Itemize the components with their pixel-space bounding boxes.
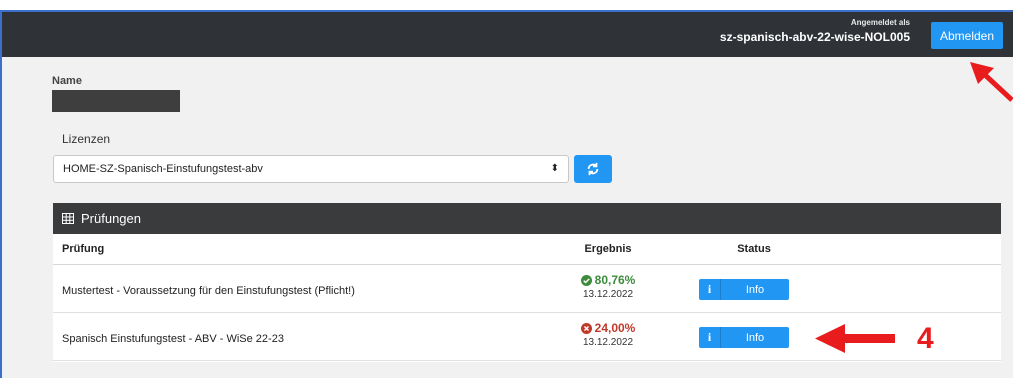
info-button-label: Info xyxy=(745,283,765,296)
exams-table-header: Prüfung Ergebnis Status xyxy=(53,234,1001,265)
refresh-icon xyxy=(587,162,599,176)
result-percent: 24,00% xyxy=(594,321,636,335)
info-icon: i xyxy=(699,279,721,300)
x-circle-icon xyxy=(580,322,592,334)
info-icon: i xyxy=(699,327,721,348)
result-percent: 80,76% xyxy=(594,273,636,287)
license-select[interactable]: HOME-SZ-Spanisch-Einstufungstest-abv ⬍ xyxy=(53,155,569,183)
exams-panel-header: Prüfungen xyxy=(53,203,1001,234)
exam-name: Mustertest - Voraussetzung für den Einst… xyxy=(62,285,355,297)
login-caption: Angemeldet als xyxy=(850,18,910,27)
result-date: 13.12.2022 xyxy=(582,289,634,300)
exam-result: 24,00% 13.12.2022 xyxy=(563,313,653,348)
licenses-label: Lizenzen xyxy=(62,132,111,146)
exam-result: 80,76% 13.12.2022 xyxy=(563,265,653,300)
exams-panel-title: Prüfungen xyxy=(81,211,141,226)
column-result: Ergebnis xyxy=(584,243,632,255)
login-username: sz-spanisch-abv-22-wise-NOL005 xyxy=(719,30,910,44)
result-date: 13.12.2022 xyxy=(582,337,634,348)
annotation-arrow-row xyxy=(815,324,895,353)
check-circle-icon xyxy=(580,274,592,286)
name-label: Name xyxy=(52,75,82,87)
column-status: Status xyxy=(737,243,771,255)
refresh-button[interactable] xyxy=(574,155,612,183)
annotation-arrow-topright xyxy=(970,62,1013,102)
info-button-label: Info xyxy=(745,331,765,344)
column-exam: Prüfung xyxy=(62,243,105,255)
logout-button[interactable]: Abmelden xyxy=(931,22,1003,49)
top-navbar: Angemeldet als sz-spanisch-abv-22-wise-N… xyxy=(2,12,1013,57)
info-button[interactable]: i Info xyxy=(699,279,789,300)
select-arrows-icon: ⬍ xyxy=(550,163,559,174)
table-row: Mustertest - Voraussetzung für den Einst… xyxy=(53,265,1001,313)
table-icon xyxy=(62,213,74,224)
license-select-value: HOME-SZ-Spanisch-Einstufungstest-abv xyxy=(63,163,263,175)
exam-name: Spanisch Einstufungstest - ABV - WiSe 22… xyxy=(62,333,284,345)
name-value-redacted xyxy=(52,90,180,112)
annotation-step-number: 4 xyxy=(917,322,934,355)
info-button[interactable]: i Info xyxy=(699,327,789,348)
